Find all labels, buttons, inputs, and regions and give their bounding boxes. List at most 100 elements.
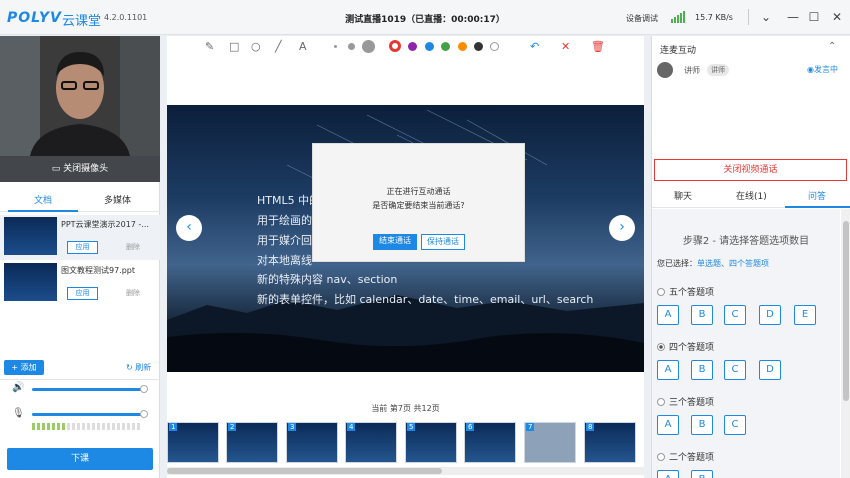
slide-thumbnail[interactable]: 8 bbox=[584, 422, 636, 463]
radio-button[interactable] bbox=[657, 398, 665, 406]
thumb-number: 7 bbox=[526, 423, 535, 431]
speaking-label: 发言中 bbox=[813, 65, 838, 74]
undo-icon[interactable]: ↶ bbox=[530, 40, 539, 53]
left-tabs: 文档 多媒体 bbox=[0, 186, 160, 212]
answer-box[interactable]: B bbox=[691, 415, 713, 435]
chosen-label: 您已选择： bbox=[657, 259, 697, 268]
device-test-link[interactable]: 设备调试 bbox=[626, 13, 658, 24]
radio-button[interactable] bbox=[657, 288, 665, 296]
thumb-number: 3 bbox=[288, 423, 297, 431]
answer-box[interactable]: B bbox=[691, 360, 713, 380]
close-icon[interactable]: ✕ bbox=[828, 8, 846, 26]
close-video-call-button[interactable]: 关闭视频通话 bbox=[654, 159, 847, 181]
active-tab-underline bbox=[8, 210, 78, 212]
refresh-label: 刷新 bbox=[135, 363, 152, 372]
trash-icon[interactable]: 🗑 bbox=[591, 40, 605, 53]
answer-box[interactable]: A bbox=[657, 305, 679, 325]
color-blue[interactable] bbox=[425, 42, 434, 51]
radio-button[interactable] bbox=[657, 453, 665, 461]
option-label: 三个答题项 bbox=[669, 398, 715, 408]
circle-icon[interactable]: ○ bbox=[251, 40, 261, 53]
camera-close-label: 关闭摄像头 bbox=[63, 164, 109, 174]
tab-qa[interactable]: 问答 bbox=[808, 189, 826, 202]
maximize-icon[interactable]: ☐ bbox=[805, 8, 823, 26]
doc-item[interactable]: 图文教程测试97.ppt 应用 删除 bbox=[0, 261, 160, 306]
slide-thumbnail[interactable]: 1 bbox=[167, 422, 219, 463]
microphone-icon: ◉ bbox=[807, 65, 814, 74]
thumb-number: 5 bbox=[407, 423, 416, 431]
pencil-icon[interactable]: ✎ bbox=[205, 40, 214, 53]
text-icon[interactable]: A bbox=[299, 40, 307, 53]
size-small[interactable] bbox=[334, 45, 337, 48]
color-red[interactable] bbox=[389, 40, 401, 52]
size-large[interactable] bbox=[362, 40, 375, 53]
answer-box[interactable]: E bbox=[794, 305, 816, 325]
apply-button[interactable]: 应用 bbox=[67, 287, 98, 300]
clear-icon[interactable]: ✕ bbox=[561, 40, 570, 53]
answer-box[interactable]: A bbox=[657, 360, 679, 380]
camera-close-button[interactable]: ▭ 关闭摄像头 bbox=[0, 156, 160, 182]
radio-button[interactable] bbox=[657, 343, 665, 351]
divider bbox=[748, 9, 749, 25]
delete-button[interactable]: 删除 bbox=[126, 288, 140, 298]
tab-documents[interactable]: 文档 bbox=[34, 193, 52, 206]
tab-multimedia[interactable]: 多媒体 bbox=[104, 193, 131, 206]
mic-volume-slider[interactable] bbox=[32, 410, 148, 418]
slide-thumbnail[interactable]: 6 bbox=[464, 422, 516, 463]
speaker-volume-slider[interactable] bbox=[32, 385, 148, 393]
color-black[interactable] bbox=[474, 42, 483, 51]
option-four[interactable]: 四个答题项 bbox=[657, 340, 714, 353]
answer-box[interactable]: B bbox=[691, 470, 713, 478]
dropdown-icon[interactable]: ⌄ bbox=[757, 8, 775, 26]
answer-box[interactable]: A bbox=[657, 470, 679, 478]
rectangle-icon[interactable]: □ bbox=[229, 40, 239, 53]
tab-online[interactable]: 在线(1) bbox=[736, 189, 767, 202]
vertical-scrollbar[interactable] bbox=[841, 209, 850, 478]
color-orange[interactable] bbox=[458, 42, 467, 51]
answer-box[interactable]: A bbox=[657, 415, 679, 435]
answer-box[interactable]: C bbox=[724, 415, 746, 435]
add-button[interactable]: + 添加 bbox=[4, 360, 44, 375]
end-class-button[interactable]: 下课 bbox=[7, 448, 153, 470]
horizontal-scrollbar[interactable] bbox=[167, 467, 644, 475]
scrollbar-thumb[interactable] bbox=[167, 468, 442, 474]
thumb-number: 2 bbox=[228, 423, 237, 431]
collapse-icon[interactable]: ⌃ bbox=[828, 41, 836, 52]
slide-thumbnail[interactable]: 2 bbox=[226, 422, 278, 463]
slider-handle[interactable] bbox=[140, 385, 148, 393]
delete-button[interactable]: 删除 bbox=[126, 242, 140, 252]
answer-box[interactable]: C bbox=[724, 360, 746, 380]
color-white[interactable] bbox=[490, 42, 499, 51]
speaking-status: ◉发言中 bbox=[807, 64, 838, 75]
keep-call-button[interactable]: 保持通话 bbox=[421, 234, 465, 250]
answer-box[interactable]: D bbox=[759, 360, 781, 380]
line-icon[interactable]: ╱ bbox=[275, 40, 282, 53]
slide-thumbnail[interactable]: 4 bbox=[345, 422, 397, 463]
color-green[interactable] bbox=[441, 42, 450, 51]
answer-box[interactable]: D bbox=[759, 305, 781, 325]
thumb-number: 4 bbox=[347, 423, 356, 431]
end-call-button[interactable]: 结束通话 bbox=[373, 234, 417, 250]
apply-button[interactable]: 应用 bbox=[67, 241, 98, 254]
doc-item[interactable]: PPT云课堂演示2017 -... 应用 删除 bbox=[0, 215, 160, 260]
prev-slide-arrow-icon[interactable]: ‹ bbox=[176, 215, 202, 241]
slider-handle[interactable] bbox=[140, 410, 148, 418]
mic-interaction-header: 连麦互动 bbox=[660, 46, 697, 56]
next-slide-arrow-icon[interactable]: › bbox=[609, 215, 635, 241]
minimize-icon[interactable]: — bbox=[784, 8, 802, 26]
option-two[interactable]: 二个答题项 bbox=[657, 450, 714, 463]
answer-box[interactable]: B bbox=[691, 305, 713, 325]
size-medium[interactable] bbox=[348, 43, 355, 50]
slide-thumbnail[interactable]: 7 bbox=[524, 422, 576, 463]
slide-thumbnail[interactable]: 5 bbox=[405, 422, 457, 463]
color-purple[interactable] bbox=[408, 42, 417, 51]
refresh-button[interactable]: ↻ 刷新 bbox=[126, 362, 151, 373]
slide-thumbnail[interactable]: 3 bbox=[286, 422, 338, 463]
active-tab-underline bbox=[785, 206, 850, 208]
speaker-icon: 🔊 bbox=[12, 382, 25, 393]
option-three[interactable]: 三个答题项 bbox=[657, 395, 714, 408]
scrollbar-thumb[interactable] bbox=[843, 221, 849, 401]
option-five[interactable]: 五个答题项 bbox=[657, 285, 714, 298]
answer-box[interactable]: C bbox=[724, 305, 746, 325]
tab-chat[interactable]: 聊天 bbox=[674, 189, 692, 202]
